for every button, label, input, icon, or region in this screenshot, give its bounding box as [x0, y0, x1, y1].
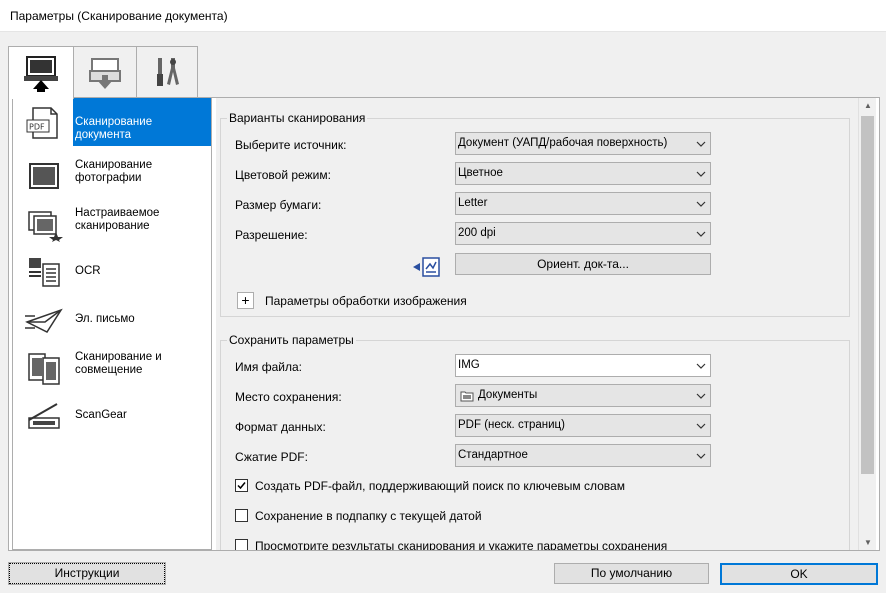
- email-icon: [25, 308, 63, 333]
- save-options-group: Сохранить параметры Имя файла: IMG Место…: [220, 333, 850, 550]
- nav-item-label: Сканирование документа: [75, 116, 153, 141]
- custom-scan-icon: [28, 211, 63, 242]
- paper-size-select[interactable]: Letter: [455, 192, 711, 215]
- tab-scan-from-panel[interactable]: [73, 46, 137, 98]
- save-location-label: Место сохранения:: [235, 390, 342, 404]
- tab-scan-from-computer[interactable]: [8, 46, 74, 99]
- date-subfolder-checkbox[interactable]: [235, 509, 248, 522]
- chevron-down-icon: [696, 393, 706, 399]
- data-format-select[interactable]: PDF (неск. страниц): [455, 414, 711, 437]
- nav-item-document-scan[interactable]: PDF Сканирование документа: [13, 98, 211, 146]
- nav-item-scangear[interactable]: ScanGear: [13, 392, 211, 440]
- chevron-down-icon: [696, 141, 706, 147]
- source-value: Документ (УАПД/рабочая поверхность): [458, 137, 668, 149]
- tray-download-icon: [89, 58, 121, 89]
- paper-size-value: Letter: [458, 197, 488, 209]
- resolution-value: 200 dpi: [458, 227, 496, 239]
- save-location-value: Документы: [478, 389, 538, 401]
- defaults-button[interactable]: По умолчанию: [554, 563, 709, 584]
- source-label: Выберите источник:: [235, 138, 347, 152]
- pdf-compression-value: Стандартное: [458, 449, 528, 461]
- image-processing-label: Параметры обработки изображения: [265, 294, 467, 308]
- chevron-down-icon: [696, 231, 706, 237]
- source-select[interactable]: Документ (УАПД/рабочая поверхность): [455, 132, 711, 155]
- scroll-down-icon[interactable]: ▼: [864, 538, 872, 547]
- nav-item-stitch-scan[interactable]: Сканирование и совмещение: [13, 344, 211, 392]
- save-location-select[interactable]: Документы: [455, 384, 711, 407]
- scan-options-group: Варианты сканирования Выберите источник:…: [220, 111, 850, 317]
- chevron-down-icon: [696, 171, 706, 177]
- checkmark-icon: [237, 482, 246, 490]
- nav-item-photo-scan[interactable]: Сканирование фотографии: [13, 152, 211, 200]
- date-subfolder-label: Сохранение в подпапку с текущей датой: [255, 509, 482, 523]
- nav-item-custom-scan[interactable]: Настраиваемое сканирование: [13, 200, 211, 248]
- orientation-button[interactable]: Ориент. док-та...: [455, 253, 711, 275]
- pdf-compression-label: Сжатие PDF:: [235, 450, 308, 464]
- pdf-document-icon: PDF: [26, 107, 58, 139]
- bottom-bar: Инструкции По умолчанию OK: [0, 551, 886, 593]
- instructions-button[interactable]: Инструкции: [8, 562, 166, 585]
- pdf-compression-select[interactable]: Стандартное: [455, 444, 711, 467]
- data-format-label: Формат данных:: [235, 420, 326, 434]
- filename-value: IMG: [458, 359, 480, 371]
- paper-size-label: Размер бумаги:: [235, 198, 322, 212]
- group-title: Сохранить параметры: [227, 333, 356, 347]
- scroll-thumb[interactable]: [861, 116, 874, 474]
- title-bar: Параметры (Сканирование документа): [0, 0, 886, 32]
- image-processing-expand-button[interactable]: +: [237, 292, 254, 309]
- color-mode-label: Цветовой режим:: [235, 168, 331, 182]
- chevron-down-icon: [696, 201, 706, 207]
- tools-icon: [157, 58, 179, 86]
- resolution-label: Разрешение:: [235, 228, 308, 242]
- color-mode-select[interactable]: Цветное: [455, 162, 711, 185]
- nav-item-label: ScanGear: [75, 409, 127, 421]
- nav-item-label: OCR: [75, 265, 101, 277]
- searchable-pdf-checkbox[interactable]: [235, 479, 248, 492]
- chevron-down-icon: [696, 423, 706, 429]
- review-results-checkbox[interactable]: [235, 539, 248, 550]
- folder-icon: [460, 391, 474, 402]
- ok-button[interactable]: OK: [720, 563, 878, 585]
- filename-combo[interactable]: IMG: [455, 354, 711, 377]
- chevron-down-icon: [696, 453, 706, 459]
- data-format-value: PDF (неск. страниц): [458, 419, 565, 431]
- svg-text:PDF: PDF: [29, 123, 45, 132]
- stitch-icon: [28, 353, 60, 385]
- window-title: Параметры (Сканирование документа): [10, 9, 228, 23]
- nav-item-label: Настраиваемое сканирование: [75, 207, 160, 232]
- settings-content: Варианты сканирования Выберите источник:…: [216, 98, 858, 550]
- content-scrollbar[interactable]: ▲ ▼: [858, 98, 876, 550]
- tab-general-settings[interactable]: [136, 46, 198, 98]
- filename-label: Имя файла:: [235, 360, 302, 374]
- ocr-icon: [29, 258, 60, 287]
- review-results-label: Просмотрите результаты сканирования и ук…: [255, 539, 668, 550]
- group-title: Варианты сканирования: [227, 111, 368, 125]
- nav-item-label: Эл. письмо: [75, 313, 135, 325]
- computer-icon: [24, 56, 58, 92]
- scan-type-list: PDF Сканирование документа Сканирование …: [12, 97, 212, 550]
- nav-item-label: Сканирование фотографии: [75, 159, 153, 184]
- resolution-select[interactable]: 200 dpi: [455, 222, 711, 245]
- scroll-up-icon[interactable]: ▲: [864, 101, 872, 110]
- photo-icon: [29, 163, 59, 189]
- color-mode-value: Цветное: [458, 167, 503, 179]
- chevron-down-icon: [696, 363, 706, 369]
- searchable-pdf-label: Создать PDF-файл, поддерживающий поиск п…: [255, 479, 625, 493]
- nav-item-email[interactable]: Эл. письмо: [13, 296, 211, 344]
- nav-item-ocr[interactable]: OCR: [13, 248, 211, 296]
- document-orientation-icon: [413, 257, 440, 277]
- scangear-icon: [28, 403, 60, 429]
- nav-item-label: Сканирование и совмещение: [75, 351, 162, 376]
